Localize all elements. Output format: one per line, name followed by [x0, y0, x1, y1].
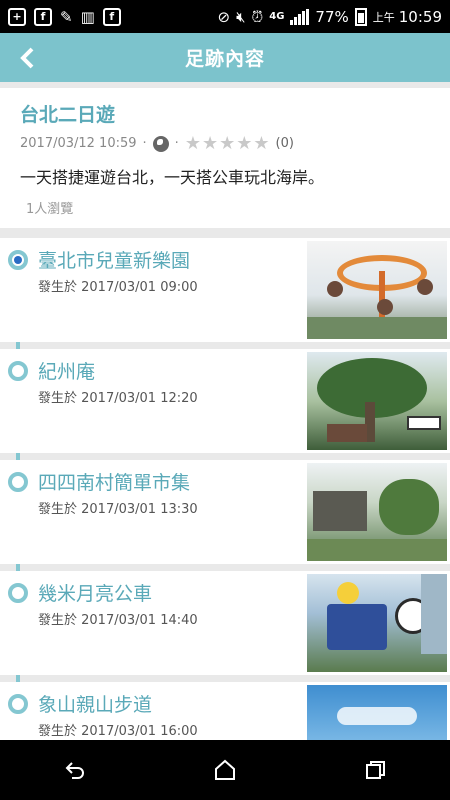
timeline-item[interactable]: 臺北市兒童新樂園 發生於 2017/03/01 09:00 [0, 238, 450, 342]
status-bar: + f ✎ ▥ f ⊘ 🔇︎ ⏰︎ 4G 77% 上午 10:59 [0, 0, 450, 33]
home-icon [215, 759, 235, 780]
place-name: 四四南村簡單市集 [38, 472, 191, 494]
timeline-item[interactable]: 幾米月亮公車 發生於 2017/03/01 14:40 [0, 571, 450, 675]
timeline-dot [8, 694, 28, 714]
back-nav-button[interactable] [55, 750, 95, 790]
system-icons: ⊘ 🔇︎ ⏰︎ 4G 77% 上午 10:59 [217, 7, 442, 26]
do-not-disturb-icon: ⊘ [217, 7, 231, 26]
home-nav-button[interactable] [205, 750, 245, 790]
back-button[interactable] [12, 43, 42, 73]
military-village-photo[interactable] [304, 460, 450, 564]
timeline-dot [8, 583, 28, 603]
system-nav-bar [0, 740, 450, 800]
recents-nav-button[interactable] [355, 750, 395, 790]
network-type: 4G [269, 11, 285, 22]
signal-icon [290, 8, 310, 25]
timeline-item[interactable]: 紀州庵 發生於 2017/03/01 12:20 [0, 349, 450, 453]
trip-title: 台北二日遊 [20, 104, 116, 126]
kishu-an-photo[interactable] [304, 349, 450, 453]
timeline-dot [8, 361, 28, 381]
time-period: 上午 [372, 10, 395, 24]
back-arrow-icon [20, 47, 34, 69]
timeline-item-info[interactable]: 紀州庵 發生於 2017/03/01 12:20 [0, 349, 304, 453]
page-title: 足跡內容 [184, 48, 265, 70]
visit-time: 發生於 2017/03/01 16:00 [38, 724, 198, 739]
edit-icon: ✎ [60, 7, 73, 26]
visit-time: 發生於 2017/03/01 13:30 [38, 502, 198, 517]
timeline-item-info[interactable]: 四四南村簡單市集 發生於 2017/03/01 13:30 [0, 460, 304, 564]
amusement-park-photo[interactable] [304, 238, 450, 342]
facebook-icon: f [34, 7, 52, 26]
recent-apps-icon [366, 761, 385, 779]
battery-percent: 77% [315, 7, 349, 26]
mute-icon: 🔇︎ [236, 7, 246, 26]
place-name: 象山親山步道 [38, 694, 153, 716]
clock: 10:59 [398, 7, 442, 26]
separator-dot-2: · [174, 136, 179, 151]
elephant-mountain-photo[interactable] [304, 682, 450, 740]
star-icon[interactable]: ★ [253, 133, 269, 154]
visit-time: 發生於 2017/03/01 14:40 [38, 613, 198, 628]
plus-icon: + [8, 7, 26, 26]
moon-bus-photo[interactable] [304, 571, 450, 675]
separator-dot: · [142, 136, 147, 151]
trip-datetime: 2017/03/12 10:59 [20, 136, 137, 151]
timeline-item-info[interactable]: 象山親山步道 發生於 2017/03/01 16:00 [0, 682, 304, 740]
view-count: 1人瀏覽 [26, 202, 74, 217]
place-name: 幾米月亮公車 [38, 583, 153, 605]
star-icon[interactable]: ★ [202, 133, 218, 154]
visit-time: 發生於 2017/03/01 09:00 [38, 280, 198, 295]
visit-time: 發生於 2017/03/01 12:20 [38, 391, 198, 406]
star-icon[interactable]: ★ [236, 133, 252, 154]
star-icon[interactable]: ★ [185, 133, 201, 154]
facebook-icon-2: f [102, 7, 121, 26]
trip-meta: 2017/03/12 10:59 · · ★ ★ ★ ★ ★ (0) [20, 133, 430, 154]
timeline-item-info[interactable]: 幾米月亮公車 發生於 2017/03/01 14:40 [0, 571, 304, 675]
battery-icon [354, 7, 367, 26]
timeline-item-info[interactable]: 臺北市兒童新樂園 發生於 2017/03/01 09:00 [0, 238, 304, 342]
trip-description: 一天搭捷運遊台北，一天搭公車玩北海岸。 [20, 168, 325, 187]
place-name: 臺北市兒童新樂園 [38, 250, 191, 272]
panel-icon: ▥ [80, 7, 95, 26]
timeline-item[interactable]: 四四南村簡單市集 發生於 2017/03/01 13:30 [0, 460, 450, 564]
app-header: 足跡內容 [0, 33, 450, 82]
public-globe-icon [152, 135, 169, 152]
notification-icons: + f ✎ ▥ f [8, 7, 121, 26]
rating-stars[interactable]: ★ ★ ★ ★ ★ [185, 133, 270, 154]
trip-summary-card: 台北二日遊 2017/03/12 10:59 · · ★ ★ ★ ★ ★ (0) 一天搭… [0, 88, 450, 228]
timeline-dot [8, 472, 28, 492]
footprint-timeline: 臺北市兒童新樂園 發生於 2017/03/01 09:00 紀州庵 發生於 20… [0, 238, 450, 740]
timeline-item[interactable]: 象山親山步道 發生於 2017/03/01 16:00 [0, 682, 450, 740]
timeline-dot-active [8, 250, 28, 270]
back-nav-icon [65, 762, 84, 779]
star-icon[interactable]: ★ [219, 133, 235, 154]
alarm-icon: ⏰︎ [251, 7, 264, 26]
place-name: 紀州庵 [38, 361, 96, 383]
rating-count: (0) [275, 136, 294, 151]
